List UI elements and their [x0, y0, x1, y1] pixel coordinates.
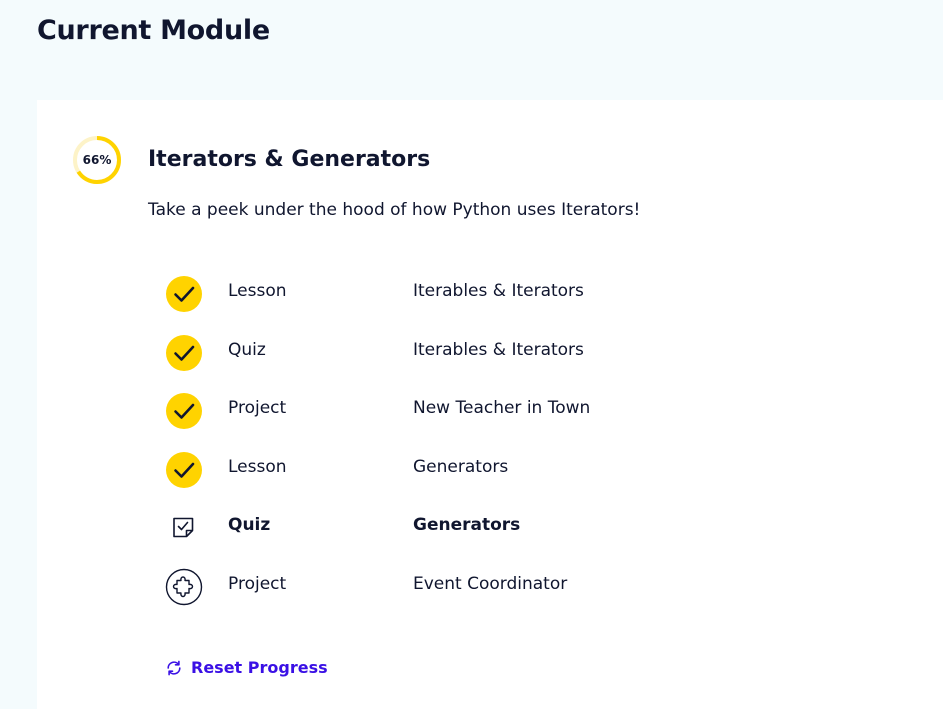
content-item-lesson-generators[interactable]: Lesson Generators — [165, 448, 665, 507]
content-item-type: Quiz — [228, 339, 266, 360]
content-item-type: Project — [228, 573, 287, 594]
progress-percent: 66% — [82, 153, 112, 167]
content-item-type: Lesson — [228, 281, 287, 301]
module-description: Take a peek under the hood of how Python… — [148, 200, 641, 220]
page-heading: Current Module — [37, 15, 270, 46]
module-content-list: Lesson Iterables & Iterators Quiz Iterab… — [165, 272, 665, 624]
refresh-icon — [165, 659, 183, 677]
content-item-project-event-coordinator[interactable]: Project Event Coordinator — [165, 565, 665, 624]
quiz-icon — [165, 509, 203, 547]
content-item-title: Iterables & Iterators — [413, 339, 584, 360]
content-item-type: Project — [228, 398, 287, 419]
reset-progress-label: Reset Progress — [191, 658, 328, 677]
content-item-lesson-iterables[interactable]: Lesson Iterables & Iterators — [165, 272, 665, 331]
module-card: 66% Iterators & Generators Take a peek u… — [37, 100, 943, 709]
content-item-title: Generators — [413, 456, 509, 477]
reset-progress-button[interactable]: Reset Progress — [165, 658, 328, 677]
check-circle-icon — [165, 334, 203, 372]
content-item-quiz-iterables[interactable]: Quiz Iterables & Iterators — [165, 331, 665, 390]
check-circle-icon — [165, 275, 203, 313]
content-item-title: Event Coordinator — [413, 573, 568, 594]
content-item-title: Iterables & Iterators — [413, 281, 584, 301]
content-item-project-new-teacher[interactable]: Project New Teacher in Town — [165, 389, 665, 448]
check-circle-icon — [165, 392, 203, 430]
project-puzzle-icon — [165, 568, 203, 606]
content-item-title: New Teacher in Town — [413, 398, 591, 419]
content-item-type: Quiz — [228, 515, 271, 536]
check-circle-icon — [165, 451, 203, 489]
module-title: Iterators & Generators — [148, 147, 431, 172]
content-item-type: Lesson — [228, 456, 287, 477]
content-item-title: Generators — [413, 515, 521, 536]
content-item-quiz-generators[interactable]: Quiz Generators — [165, 506, 665, 565]
